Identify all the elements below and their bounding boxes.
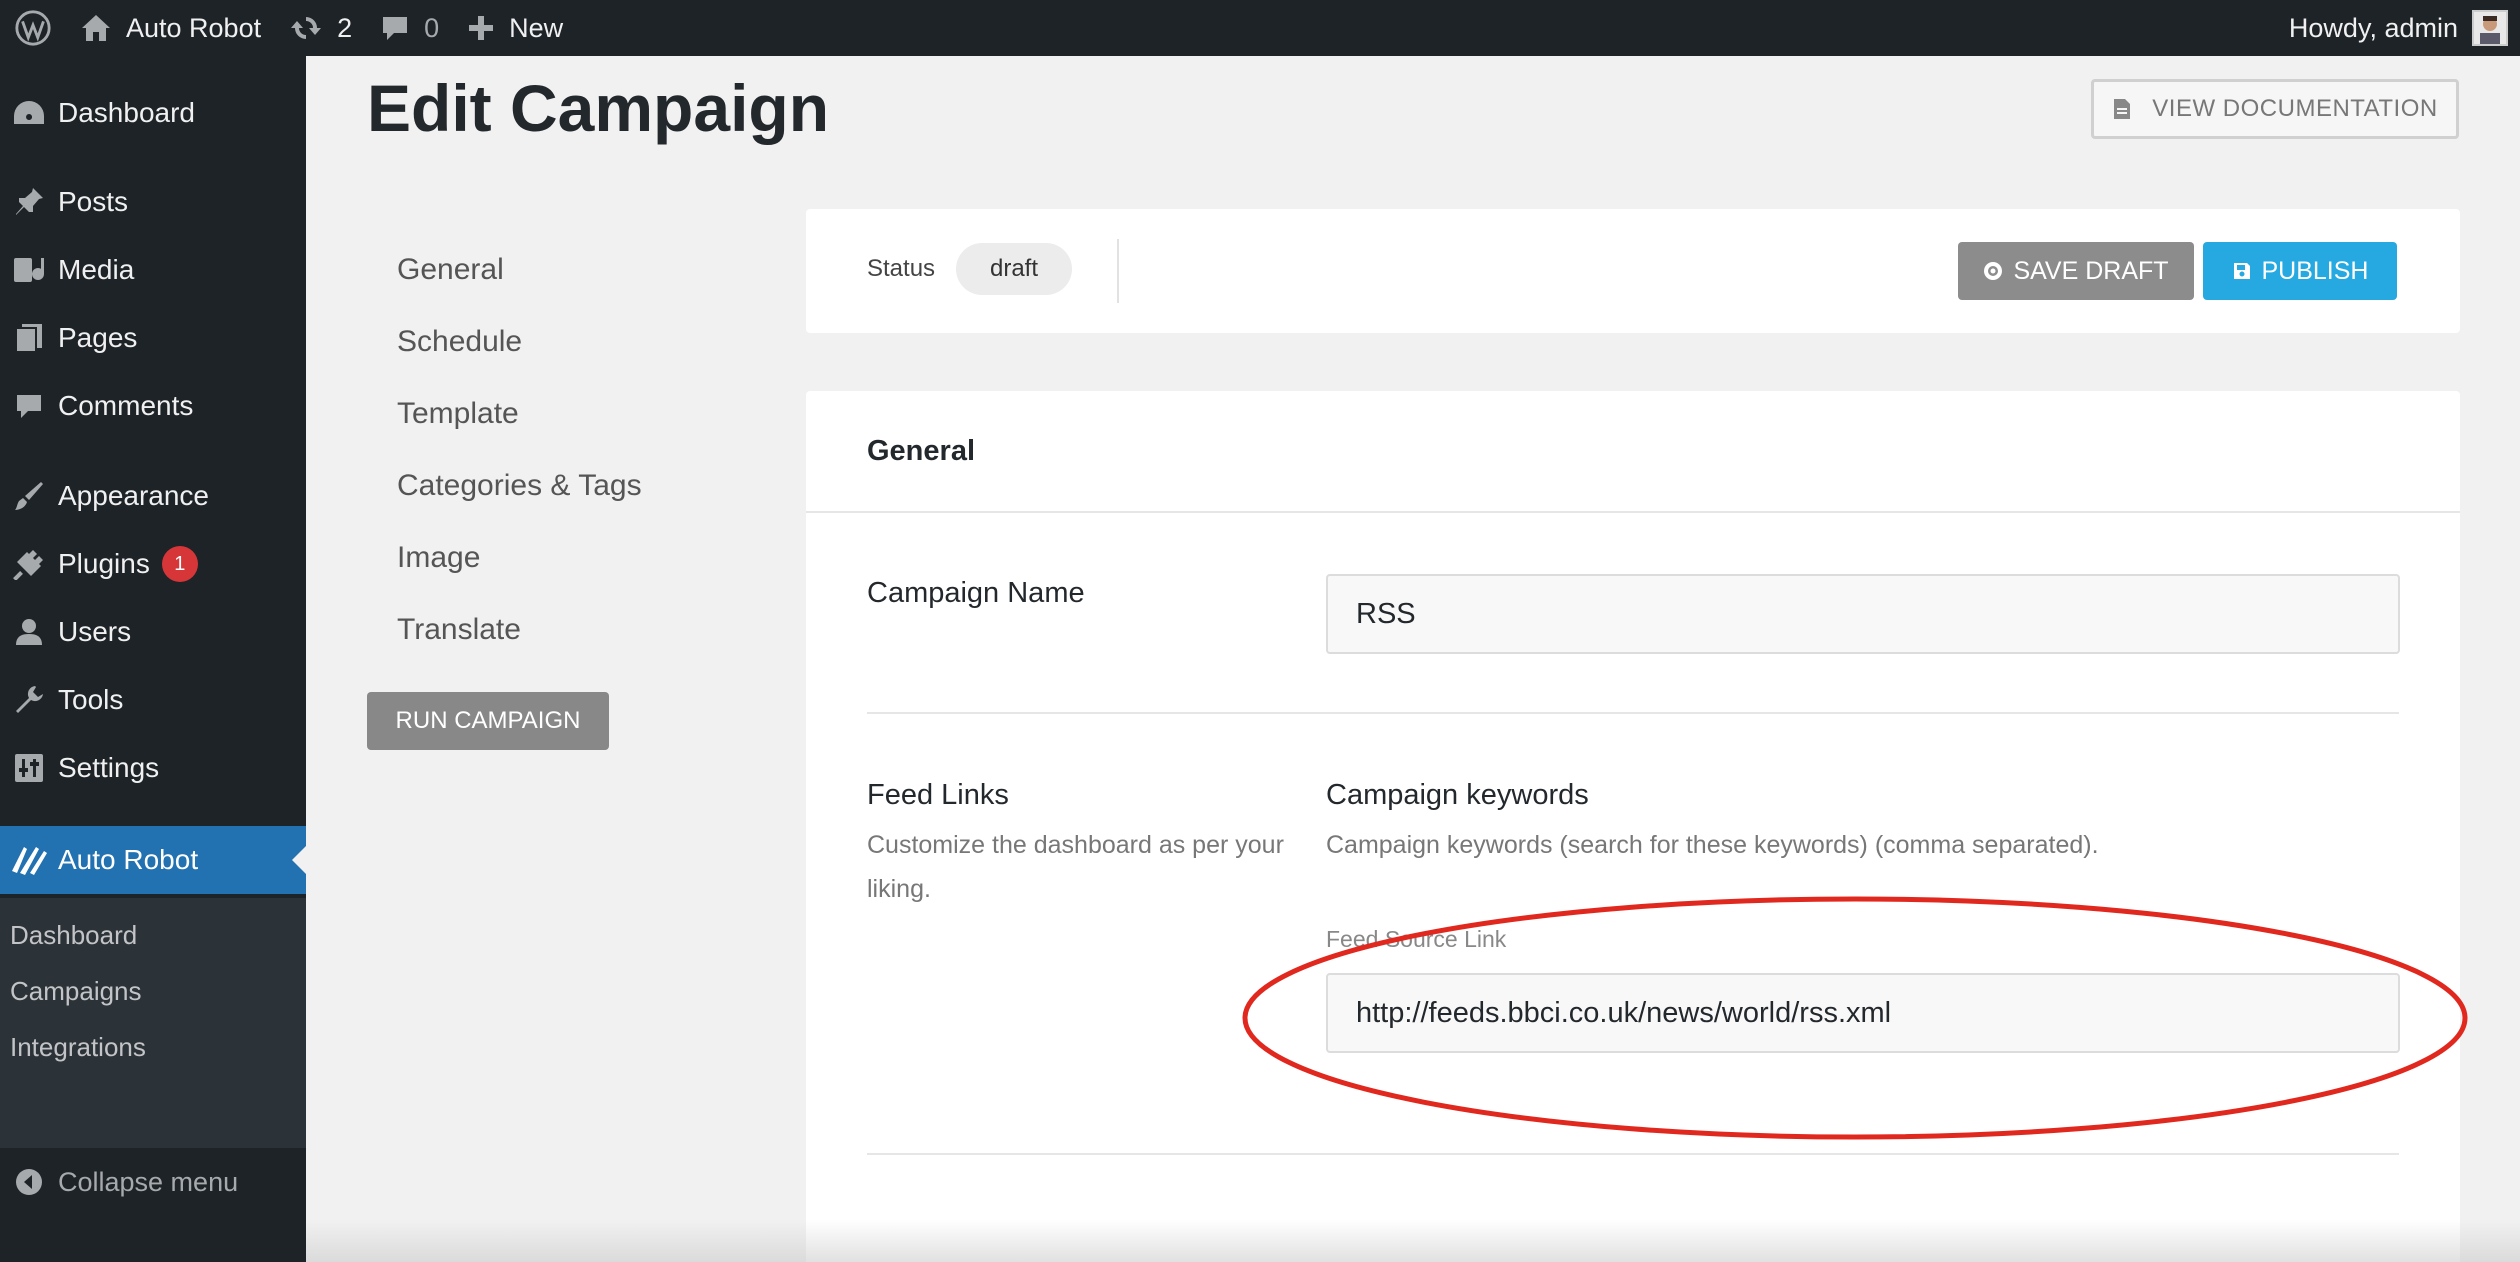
collapse-menu-button[interactable]: Collapse menu	[0, 1154, 306, 1210]
feed-links-description: Customize the dashboard as per your liki…	[867, 831, 1284, 903]
section-title: General	[867, 435, 975, 467]
site-name-link[interactable]: Auto Robot	[66, 0, 275, 56]
sidebar-item-media[interactable]: Media	[0, 236, 306, 304]
save-draft-button[interactable]: SAVE DRAFT	[1958, 242, 2194, 300]
wordpress-logo-button[interactable]	[0, 0, 66, 56]
sidebar-item-comments[interactable]: Comments	[0, 372, 306, 440]
sidebar-item-label: Tools	[58, 684, 124, 715]
tab-general[interactable]: General	[397, 253, 504, 287]
page-title: Edit Campaign	[367, 71, 830, 145]
sidebar-item-posts[interactable]: Posts	[0, 168, 306, 236]
pin-icon	[16, 188, 43, 215]
submenu-item-campaigns[interactable]: Campaigns	[10, 976, 142, 1007]
tab-image[interactable]: Image	[397, 541, 480, 575]
sidebar-item-users[interactable]: Users	[0, 598, 306, 666]
updates-link[interactable]: 2	[275, 0, 366, 56]
sidebar-item-label: Media	[58, 254, 135, 285]
sidebar-item-label: Users	[58, 616, 132, 647]
tab-translate[interactable]: Translate	[397, 613, 521, 647]
status-divider	[1117, 239, 1119, 303]
wordpress-icon	[15, 10, 51, 46]
feed-links-label: Feed Links	[867, 779, 1009, 811]
collapse-label: Collapse menu	[58, 1166, 239, 1197]
save-draft-label: SAVE DRAFT	[2013, 256, 2169, 285]
view-documentation-button[interactable]: VIEW DOCUMENTATION	[2091, 79, 2459, 139]
floppy-disk-icon	[2233, 263, 2250, 279]
plugins-update-badge: 1	[161, 546, 198, 582]
collapse-arrow-icon	[16, 1169, 42, 1195]
field-divider	[867, 712, 2399, 714]
sidebar-item-pages[interactable]: Pages	[0, 304, 306, 372]
sidebar-item-label: Comments	[58, 390, 194, 421]
sidebar-item-label: Auto Robot	[58, 844, 199, 875]
plus-icon	[469, 16, 494, 40]
admin-sidebar: Dashboard Posts Media Pages Comments App…	[0, 56, 306, 1262]
plug-icon	[13, 550, 43, 580]
pages-icon	[15, 324, 42, 353]
avatar	[2472, 10, 2508, 46]
sidebar-item-label: Pages	[58, 322, 138, 353]
media-icon	[14, 258, 44, 282]
sidebar-item-tools[interactable]: Tools	[0, 666, 306, 734]
sidebar-item-appearance[interactable]: Appearance	[0, 462, 306, 530]
comment-icon	[17, 395, 41, 418]
wrench-icon	[16, 686, 43, 713]
new-content-link[interactable]: New	[453, 0, 577, 56]
new-label: New	[509, 12, 564, 43]
view-documentation-label: VIEW DOCUMENTATION	[2152, 95, 2438, 122]
sidebar-item-label: Posts	[58, 186, 129, 217]
greeting: Howdy, admin	[2288, 12, 2458, 43]
brush-icon	[15, 482, 43, 510]
site-name: Auto Robot	[126, 12, 262, 43]
campaign-name-label: Campaign Name	[867, 577, 1085, 609]
submenu-item-dashboard[interactable]: Dashboard	[10, 920, 137, 951]
user-icon	[16, 619, 42, 645]
sidebar-item-settings[interactable]: Settings	[0, 734, 306, 802]
auto-robot-submenu: Dashboard Campaigns Integrations	[0, 898, 306, 1148]
admin-bar: Auto Robot 2 0 New Howdy, admin	[0, 0, 2520, 56]
autorobot-icon	[12, 847, 47, 875]
comments-link[interactable]: 0	[366, 0, 453, 56]
tab-categories-tags[interactable]: Categories & Tags	[397, 469, 642, 503]
comments-count: 0	[424, 12, 440, 43]
status-label: Status	[867, 255, 936, 282]
dashboard-icon	[14, 101, 44, 124]
sidebar-item-label: Appearance	[58, 480, 210, 511]
field-divider	[867, 1153, 2399, 1155]
sidebar-item-label: Settings	[58, 752, 160, 783]
tab-template[interactable]: Template	[397, 397, 519, 431]
my-account[interactable]: Howdy, admin	[2289, 0, 2508, 56]
section-divider	[806, 511, 2460, 513]
status-card: Status draft SAVE DRAFT PUBLISH	[806, 209, 2460, 333]
campaign-name-input[interactable]	[1326, 574, 2400, 654]
updates-icon	[291, 17, 322, 39]
current-menu-arrow	[292, 846, 306, 874]
publish-button[interactable]: PUBLISH	[2203, 242, 2397, 300]
save-draft-icon	[1984, 262, 2003, 280]
publish-label: PUBLISH	[2261, 256, 2369, 285]
submenu-item-integrations[interactable]: Integrations	[10, 1032, 146, 1063]
updates-count: 2	[337, 12, 353, 43]
sidebar-item-label: Plugins	[58, 548, 150, 579]
campaign-keywords-description: Campaign keywords (search for these keyw…	[1326, 831, 2099, 859]
sidebar-item-auto-robot[interactable]: Auto Robot	[0, 826, 306, 894]
tab-schedule[interactable]: Schedule	[397, 325, 522, 359]
comment-icon	[383, 17, 408, 40]
highlight-annotation	[1242, 896, 2468, 1140]
home-icon	[82, 15, 110, 41]
sidebar-item-plugins[interactable]: Plugins 1	[0, 530, 306, 598]
campaign-keywords-label: Campaign keywords	[1326, 779, 1589, 811]
sidebar-item-dashboard[interactable]: Dashboard	[0, 79, 306, 147]
run-campaign-button[interactable]: RUN CAMPAIGN	[367, 692, 609, 750]
settings-icon	[15, 754, 43, 782]
sidebar-item-label: Dashboard	[58, 97, 195, 128]
bottom-shadow	[306, 1220, 2520, 1262]
status-badge: draft	[956, 243, 1072, 295]
document-icon	[2114, 99, 2131, 119]
